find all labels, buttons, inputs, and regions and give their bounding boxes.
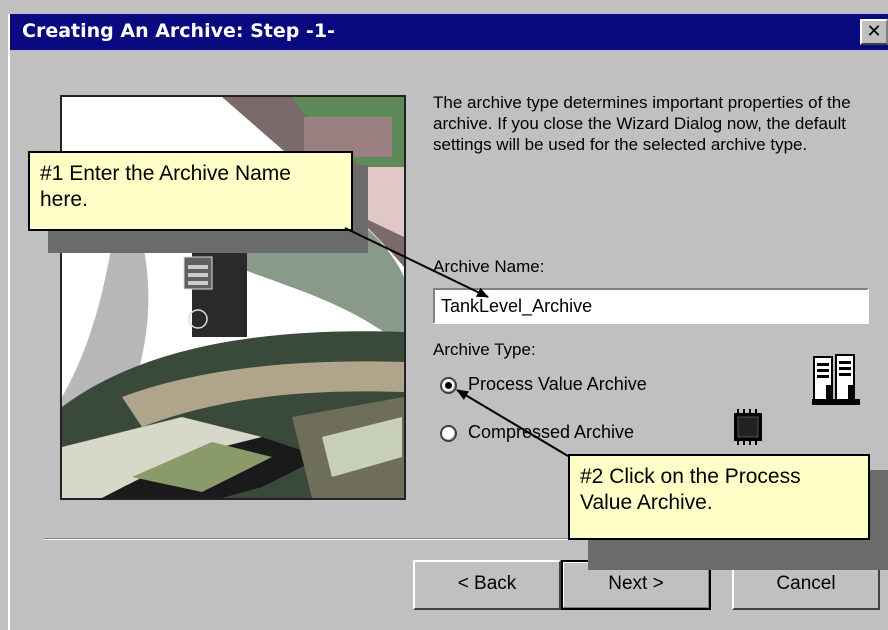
archive-name-label: Archive Name: [433, 257, 545, 276]
binders-icon [812, 354, 860, 405]
callout-2: #2 Click on the Process Value Archive. [568, 454, 870, 540]
callout-1: #1 Enter the Archive Name here. [28, 151, 353, 231]
radio-compressed-archive[interactable] [440, 425, 457, 442]
archive-type-label: Archive Type: [433, 340, 536, 359]
next-button-label: Next > [608, 573, 664, 594]
compressed-archive-label[interactable]: Compressed Archive [468, 422, 634, 443]
archive-name-input[interactable] [433, 288, 869, 324]
callout-1-text: #1 Enter the Archive Name here. [40, 162, 291, 211]
back-button[interactable]: < Back [413, 560, 561, 610]
close-icon: ✕ [866, 21, 882, 42]
archive-type-description: The archive type determines important pr… [433, 93, 851, 154]
radio-selected-dot [445, 382, 452, 389]
close-button[interactable]: ✕ [860, 19, 888, 45]
window-title: Creating An Archive: Step -1- [22, 20, 335, 42]
radio-process-value-archive[interactable] [440, 377, 457, 394]
title-bar[interactable]: Creating An Archive: Step -1- ✕ [10, 14, 888, 50]
process-value-archive-label[interactable]: Process Value Archive [468, 374, 647, 395]
chip-icon [734, 409, 762, 445]
callout-2-text: #2 Click on the Process Value Archive. [580, 465, 801, 514]
cancel-button-label: Cancel [776, 573, 836, 594]
back-button-label: < Back [457, 573, 517, 594]
